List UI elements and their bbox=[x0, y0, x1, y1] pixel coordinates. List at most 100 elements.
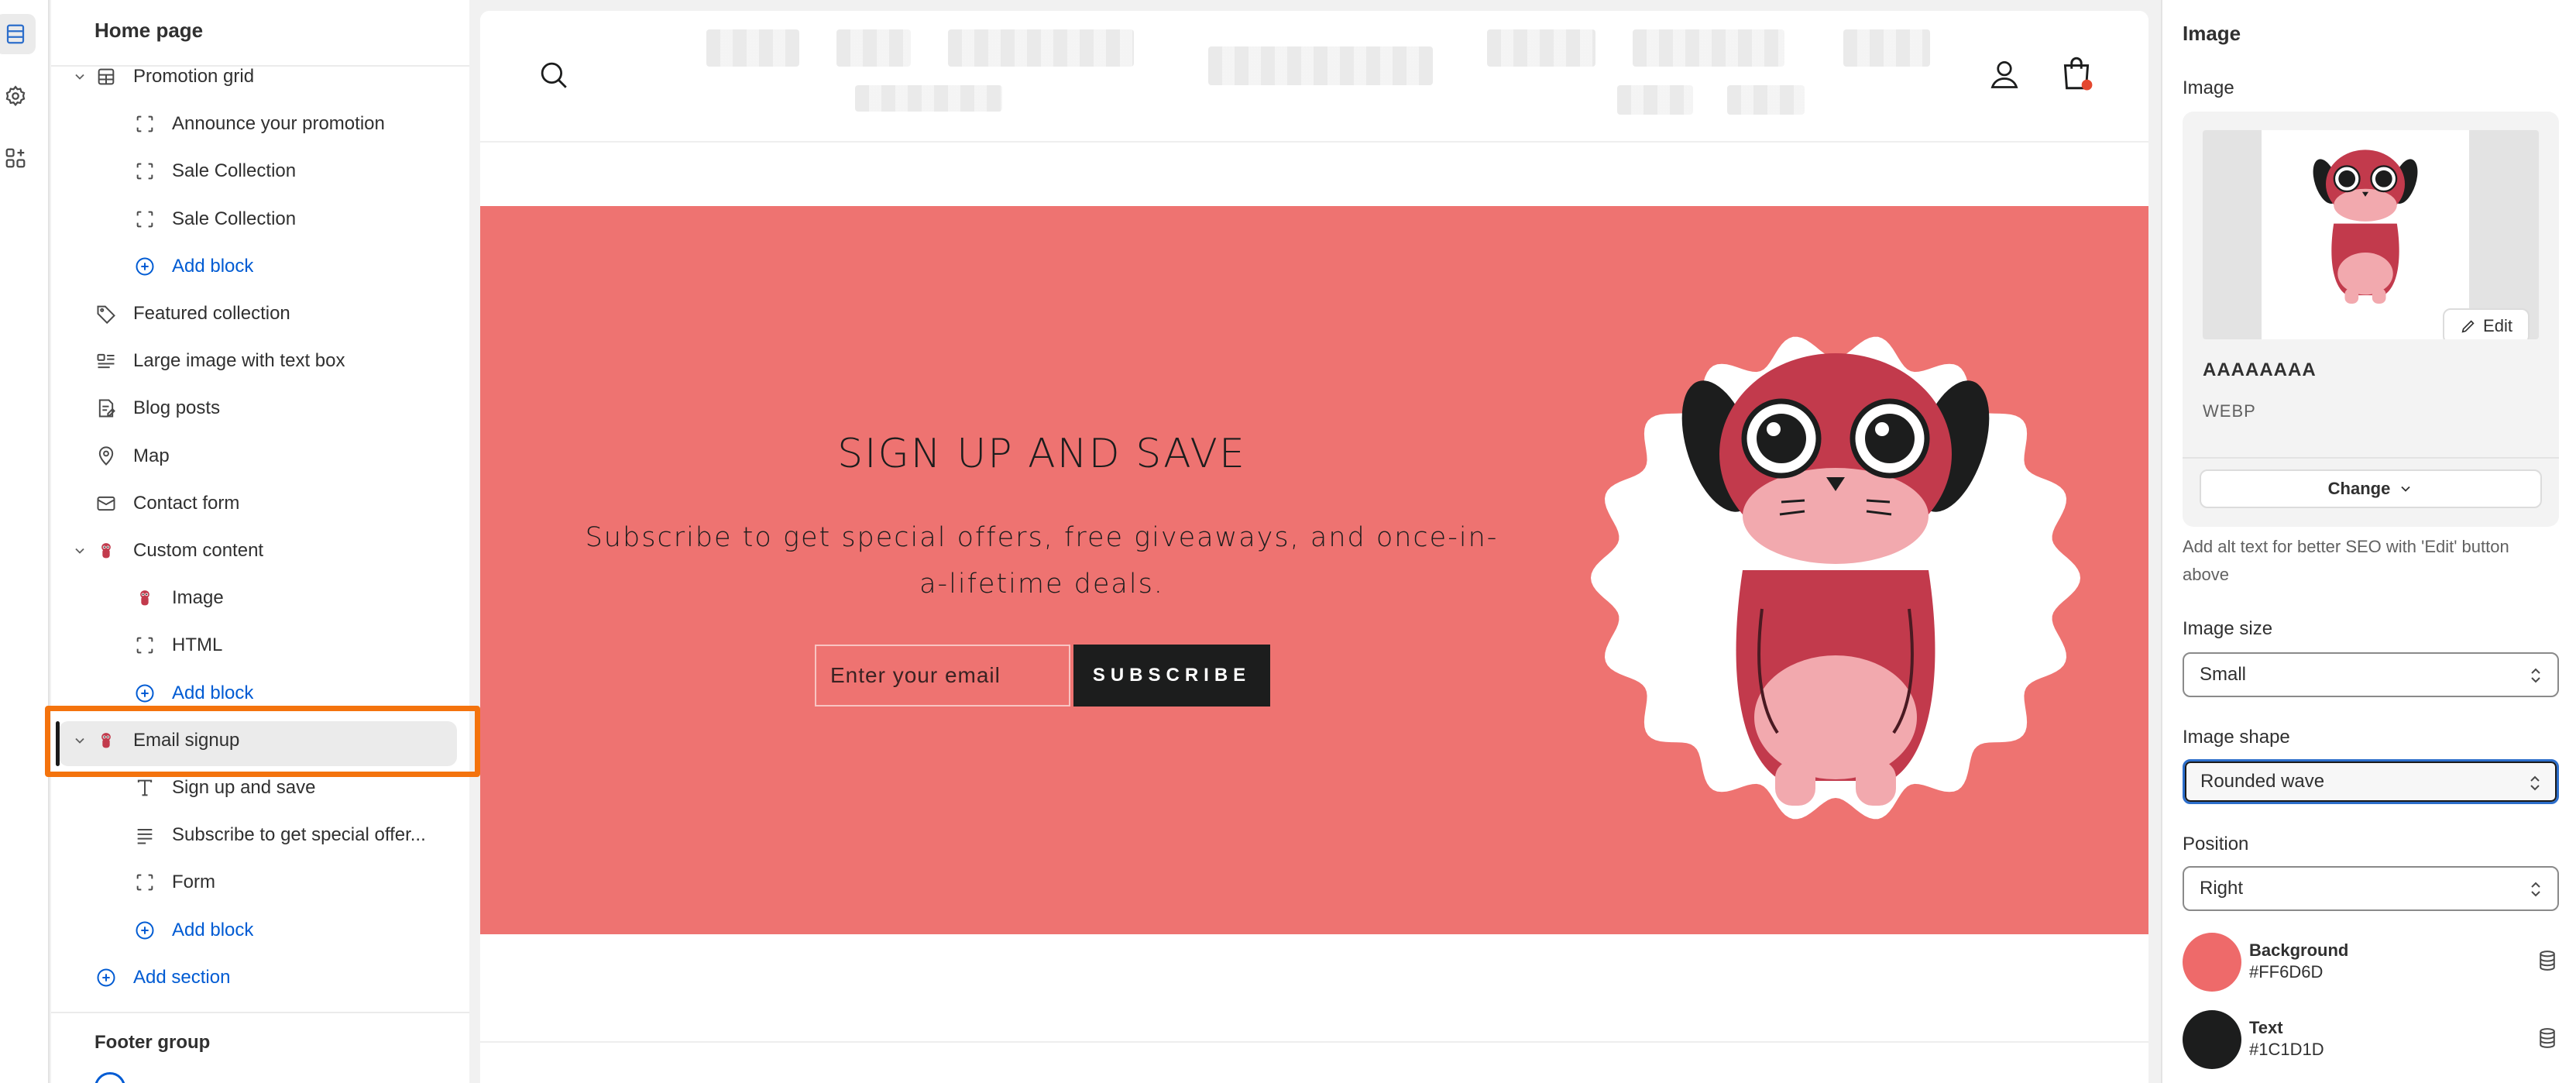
search-icon[interactable] bbox=[538, 59, 570, 91]
tree-item-sign-up-and-save[interactable]: Sign up and save bbox=[51, 767, 469, 809]
app-plush-icon bbox=[94, 729, 118, 752]
nav-link-blurred[interactable] bbox=[1727, 85, 1805, 115]
nav-link-blurred[interactable] bbox=[1487, 29, 1595, 67]
nav-link-blurred[interactable] bbox=[855, 85, 1002, 112]
add-block-button[interactable]: Add block bbox=[51, 672, 469, 714]
tree-item-label: HTML bbox=[172, 634, 223, 656]
sections-icon[interactable] bbox=[0, 14, 36, 54]
tree-item-label: Custom content bbox=[133, 540, 264, 561]
tree-item-image[interactable]: Image bbox=[51, 577, 469, 619]
chevron-down-icon[interactable] bbox=[70, 731, 90, 751]
add-block-button[interactable]: Add block bbox=[51, 246, 469, 287]
store-logo-blurred[interactable] bbox=[1208, 46, 1433, 85]
tree-item-label: Contact form bbox=[133, 492, 240, 514]
divider bbox=[480, 1041, 2148, 1043]
cart-icon[interactable] bbox=[2057, 54, 2096, 93]
nav-link-blurred[interactable] bbox=[1843, 29, 1930, 67]
nav-link-blurred[interactable] bbox=[1633, 29, 1784, 67]
subscribe-button[interactable]: SUBSCRIBE bbox=[1073, 645, 1270, 707]
block-settings-panel: Image Image Edit AAAAAAAA WEBP Change Ad… bbox=[2161, 0, 2576, 1083]
text-color-setting[interactable]: Text #1C1D1D bbox=[2183, 1010, 2559, 1069]
tree-item-blog-posts[interactable]: Blog posts bbox=[51, 387, 469, 429]
block-icon bbox=[133, 634, 156, 657]
image-shape-select[interactable]: Rounded wave bbox=[2183, 759, 2559, 804]
alt-text-hint: Add alt text for better SEO with 'Edit' … bbox=[2183, 537, 2509, 584]
tree-item-sale-collection[interactable]: Sale Collection bbox=[51, 150, 469, 192]
store-header bbox=[480, 11, 2148, 143]
tree-item-sale-collection[interactable]: Sale Collection bbox=[51, 198, 469, 240]
add-section-icon[interactable] bbox=[94, 1072, 125, 1083]
nav-link-blurred[interactable] bbox=[836, 29, 911, 67]
background-color-swatch[interactable] bbox=[2183, 933, 2241, 992]
signup-heading: SIGN UP AND SAVE bbox=[837, 431, 1246, 477]
tree-item-map[interactable]: Map bbox=[51, 435, 469, 477]
tree-item-label: Add block bbox=[172, 682, 254, 703]
account-icon[interactable] bbox=[1987, 57, 2021, 91]
app-plush-icon bbox=[94, 539, 118, 562]
signup-subtext: Subscribe to get special offers, free gi… bbox=[585, 522, 1499, 600]
tree-item-announce-your-promotion[interactable]: Announce your promotion bbox=[51, 103, 469, 145]
text-color-value: #1C1D1D bbox=[2249, 1040, 2324, 1059]
change-image-button[interactable]: Change bbox=[2200, 469, 2542, 508]
edit-image-button[interactable]: Edit bbox=[2443, 308, 2530, 339]
nav-link-blurred[interactable] bbox=[1617, 85, 1693, 115]
position-select[interactable]: Right bbox=[2183, 866, 2559, 911]
tree-item-label: Form bbox=[172, 872, 215, 893]
dynamic-source-icon[interactable] bbox=[2536, 948, 2559, 973]
selected-row-bg bbox=[59, 720, 457, 766]
dynamic-source-icon[interactable] bbox=[2536, 1026, 2559, 1050]
divider bbox=[2183, 457, 2559, 459]
background-color-name: Background bbox=[2249, 940, 2349, 960]
nav-link-blurred[interactable] bbox=[706, 29, 799, 67]
selected-indicator bbox=[56, 720, 60, 766]
image-filetype: WEBP bbox=[2203, 401, 2256, 421]
email-signup-section[interactable]: SIGN UP AND SAVE Subscribe to get specia… bbox=[480, 206, 2148, 934]
apps-icon[interactable] bbox=[0, 138, 36, 178]
chevron-down-icon[interactable] bbox=[70, 67, 90, 87]
tree-item-label: Sale Collection bbox=[172, 160, 297, 182]
tree-item-custom-content[interactable]: Custom content bbox=[51, 530, 469, 572]
tree-item-promotion-grid[interactable]: Promotion grid bbox=[51, 56, 469, 98]
image-size-select[interactable]: Small bbox=[2183, 652, 2559, 697]
add-section-button[interactable]: Add section bbox=[51, 957, 469, 999]
change-label: Change bbox=[2327, 479, 2391, 498]
tree-item-label: Add section bbox=[133, 966, 231, 988]
tree-item-large-image-with-text-box[interactable]: Large image with text box bbox=[51, 340, 469, 382]
tree-item-label: Announce your promotion bbox=[172, 113, 385, 135]
tree-item-email-signup[interactable]: Email signup bbox=[51, 720, 469, 766]
plush-thumbnail bbox=[2313, 150, 2418, 304]
tree-item-label: Map bbox=[133, 445, 170, 466]
app-plush-icon bbox=[133, 586, 156, 610]
tree-item-label: Featured collection bbox=[133, 303, 290, 324]
position-value: Right bbox=[2200, 878, 2244, 899]
block-icon bbox=[133, 112, 156, 136]
image-filename: AAAAAAAA bbox=[2203, 359, 2317, 380]
plush-mascot-image bbox=[1591, 336, 2080, 820]
mail-icon bbox=[94, 492, 118, 515]
settings-icon[interactable] bbox=[0, 76, 36, 116]
image-picker-card: Edit AAAAAAAA WEBP Change bbox=[2183, 112, 2559, 527]
block-icon bbox=[133, 208, 156, 231]
tree-item-form[interactable]: Form bbox=[51, 861, 469, 903]
select-arrows-icon bbox=[2530, 775, 2540, 791]
tree-item-subscribe-to-get-special-offer[interactable]: Subscribe to get special offer... bbox=[51, 814, 469, 856]
text-color-swatch[interactable] bbox=[2183, 1010, 2241, 1069]
nav-link-blurred[interactable] bbox=[948, 29, 1134, 67]
tree-item-html[interactable]: HTML bbox=[51, 624, 469, 666]
tree-item-featured-collection[interactable]: Featured collection bbox=[51, 293, 469, 335]
paragraph-icon bbox=[133, 823, 156, 847]
tag-icon bbox=[94, 302, 118, 325]
image-thumbnail[interactable]: Edit bbox=[2203, 130, 2539, 339]
map-pin-icon bbox=[94, 445, 118, 468]
image-text-icon bbox=[94, 349, 118, 373]
tree-item-contact-form[interactable]: Contact form bbox=[51, 483, 469, 524]
select-arrows-icon bbox=[2531, 882, 2540, 897]
add-block-button[interactable]: Add block bbox=[51, 909, 469, 951]
tree-item-label: Sale Collection bbox=[172, 208, 297, 229]
email-input[interactable]: Enter your email bbox=[815, 645, 1070, 707]
chevron-down-icon[interactable] bbox=[70, 541, 90, 561]
tree-item-label: Subscribe to get special offer... bbox=[172, 824, 426, 846]
section-tree-sidebar: Home page Promotion grid Announce your pr… bbox=[51, 0, 469, 1083]
background-color-setting[interactable]: Background #FF6D6D bbox=[2183, 933, 2559, 992]
position-label: Position bbox=[2183, 834, 2249, 854]
